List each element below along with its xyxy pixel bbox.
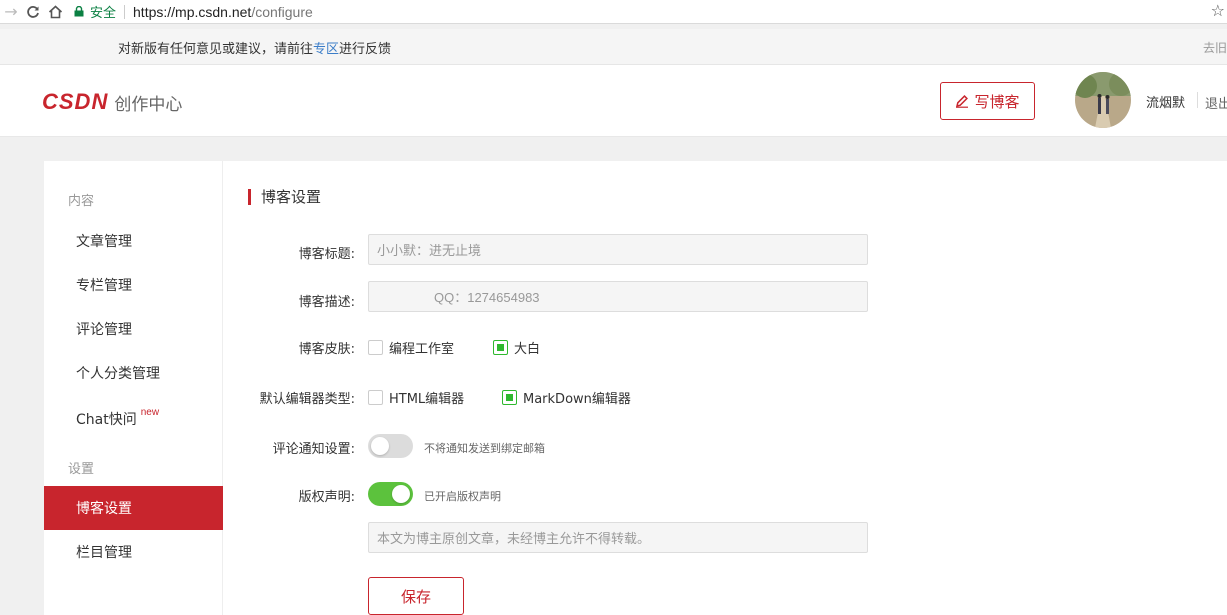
notice-text-before: 对新版有任何意见或建议，请前往 — [118, 42, 314, 57]
checkbox-checked[interactable] — [493, 340, 508, 355]
sidebar-item-articles[interactable]: 文章管理 — [44, 219, 223, 263]
sidebar-group-content: 内容 — [68, 194, 95, 209]
editor-option-label: MarkDown编辑器 — [523, 392, 631, 407]
copyright-toggle[interactable] — [368, 482, 413, 506]
notice-message: 对新版有任何意见或建议，请前往专区进行反馈 — [118, 38, 391, 57]
save-button[interactable]: 保存 — [368, 577, 464, 615]
blog-description-input[interactable]: QQ：1274654983 — [368, 281, 868, 312]
notice-text-after: 进行反馈 — [339, 42, 392, 57]
avatar[interactable] — [1075, 72, 1131, 128]
brand-logo: CSDN — [42, 89, 109, 114]
sidebar-item-label: 专栏管理 — [76, 278, 132, 294]
sidebar-item-label: 个人分类管理 — [76, 366, 160, 382]
lock-icon — [74, 6, 84, 17]
write-blog-button[interactable]: 写博客 — [940, 82, 1035, 120]
logo[interactable]: CSDN 创作中心 — [42, 89, 182, 115]
reload-icon[interactable] — [22, 1, 44, 23]
checkbox[interactable] — [368, 340, 383, 355]
username[interactable]: 流烟默 — [1146, 92, 1185, 111]
pencil-icon — [956, 95, 969, 108]
home-icon[interactable] — [44, 1, 66, 23]
comment-notify-label: 评论通知设置: — [272, 442, 355, 457]
browser-address-bar: → 安全 https://mp.csdn.net/configure ☆ — [0, 0, 1227, 24]
site-header: CSDN 创作中心 写博客 流烟默 退出 — [0, 65, 1227, 137]
blog-skin-label: 博客皮肤: — [298, 342, 355, 357]
skin-option-dabai[interactable]: 大白 — [493, 338, 540, 357]
copyright-statement-input[interactable]: 本文为博主原创文章，未经博主允许不得转载。 — [368, 522, 868, 553]
copyright-text: 已开启版权声明 — [424, 490, 501, 503]
sidebar-item-blog-settings[interactable]: 博客设置 — [44, 486, 223, 530]
sidebar-item-column-management[interactable]: 栏目管理 — [44, 530, 223, 574]
sidebar-item-columns[interactable]: 专栏管理 — [44, 263, 223, 307]
editor-option-markdown[interactable]: MarkDown编辑器 — [502, 388, 631, 407]
blog-description-label: 博客描述: — [298, 295, 355, 310]
sidebar-item-comments[interactable]: 评论管理 — [44, 307, 223, 351]
blog-title-input[interactable]: 小小默：进无止境 — [368, 234, 868, 265]
secure-label: 安全 — [90, 6, 117, 21]
sidebar-item-label: Chat快问 — [76, 412, 137, 428]
forward-icon[interactable]: → — [0, 1, 22, 23]
url-field[interactable]: https://mp.csdn.net/configure — [133, 4, 313, 20]
sidebar-item-label: 评论管理 — [76, 322, 132, 338]
copyright-label: 版权声明: — [298, 490, 355, 505]
editor-type-label: 默认编辑器类型: — [259, 392, 355, 407]
new-badge: new — [140, 406, 160, 418]
toggle-knob — [392, 485, 410, 503]
sidebar-item-chat[interactable]: Chat快问 new — [44, 397, 223, 441]
sidebar-item-categories[interactable]: 个人分类管理 — [44, 351, 223, 395]
logout-link[interactable]: 退出 — [1205, 93, 1227, 112]
settings-content: 博客设置 博客标题: 小小默：进无止境 博客描述: QQ：1274654983 … — [224, 161, 1227, 615]
secure-indicator[interactable]: 安全 — [74, 2, 116, 21]
skin-option-label: 大白 — [514, 342, 541, 357]
bookmark-star-icon[interactable]: ☆ — [1211, 1, 1225, 20]
comment-notify-text: 不将通知发送到绑定邮箱 — [424, 442, 545, 455]
skin-option-studio[interactable]: 编程工作室 — [368, 338, 454, 357]
feedback-zone-link[interactable]: 专区 — [313, 42, 339, 57]
editor-option-label: HTML编辑器 — [389, 392, 465, 407]
sidebar-group-settings: 设置 — [68, 462, 95, 477]
write-blog-label: 写博客 — [974, 92, 1020, 111]
checkbox-checked[interactable] — [502, 390, 517, 405]
skin-option-label: 编程工作室 — [389, 342, 455, 357]
feedback-notice-bar: 对新版有任何意见或建议，请前往专区进行反馈 去旧 — [0, 29, 1227, 65]
header-divider — [1197, 92, 1198, 108]
sidebar-item-label: 栏目管理 — [76, 545, 132, 561]
sidebar-item-label: 博客设置 — [76, 501, 132, 517]
comment-notify-toggle[interactable] — [368, 434, 413, 458]
url-path: /configure — [251, 3, 313, 20]
url-host: https://mp.csdn.net — [133, 3, 252, 20]
editor-option-html[interactable]: HTML编辑器 — [368, 388, 464, 407]
main-card: 内容 文章管理 专栏管理 评论管理 个人分类管理 Chat快问 new 设置 博客… — [44, 161, 1227, 615]
old-version-link[interactable]: 去旧 — [1203, 39, 1227, 56]
sidebar-item-label: 文章管理 — [76, 234, 132, 250]
blog-title-label: 博客标题: — [298, 247, 355, 262]
checkbox[interactable] — [368, 390, 383, 405]
address-separator — [124, 4, 126, 19]
sidebar: 内容 文章管理 专栏管理 评论管理 个人分类管理 Chat快问 new 设置 博客… — [44, 161, 223, 615]
brand-subtitle: 创作中心 — [114, 94, 183, 115]
section-title: 博客设置 — [248, 189, 321, 205]
toggle-knob — [371, 437, 389, 455]
